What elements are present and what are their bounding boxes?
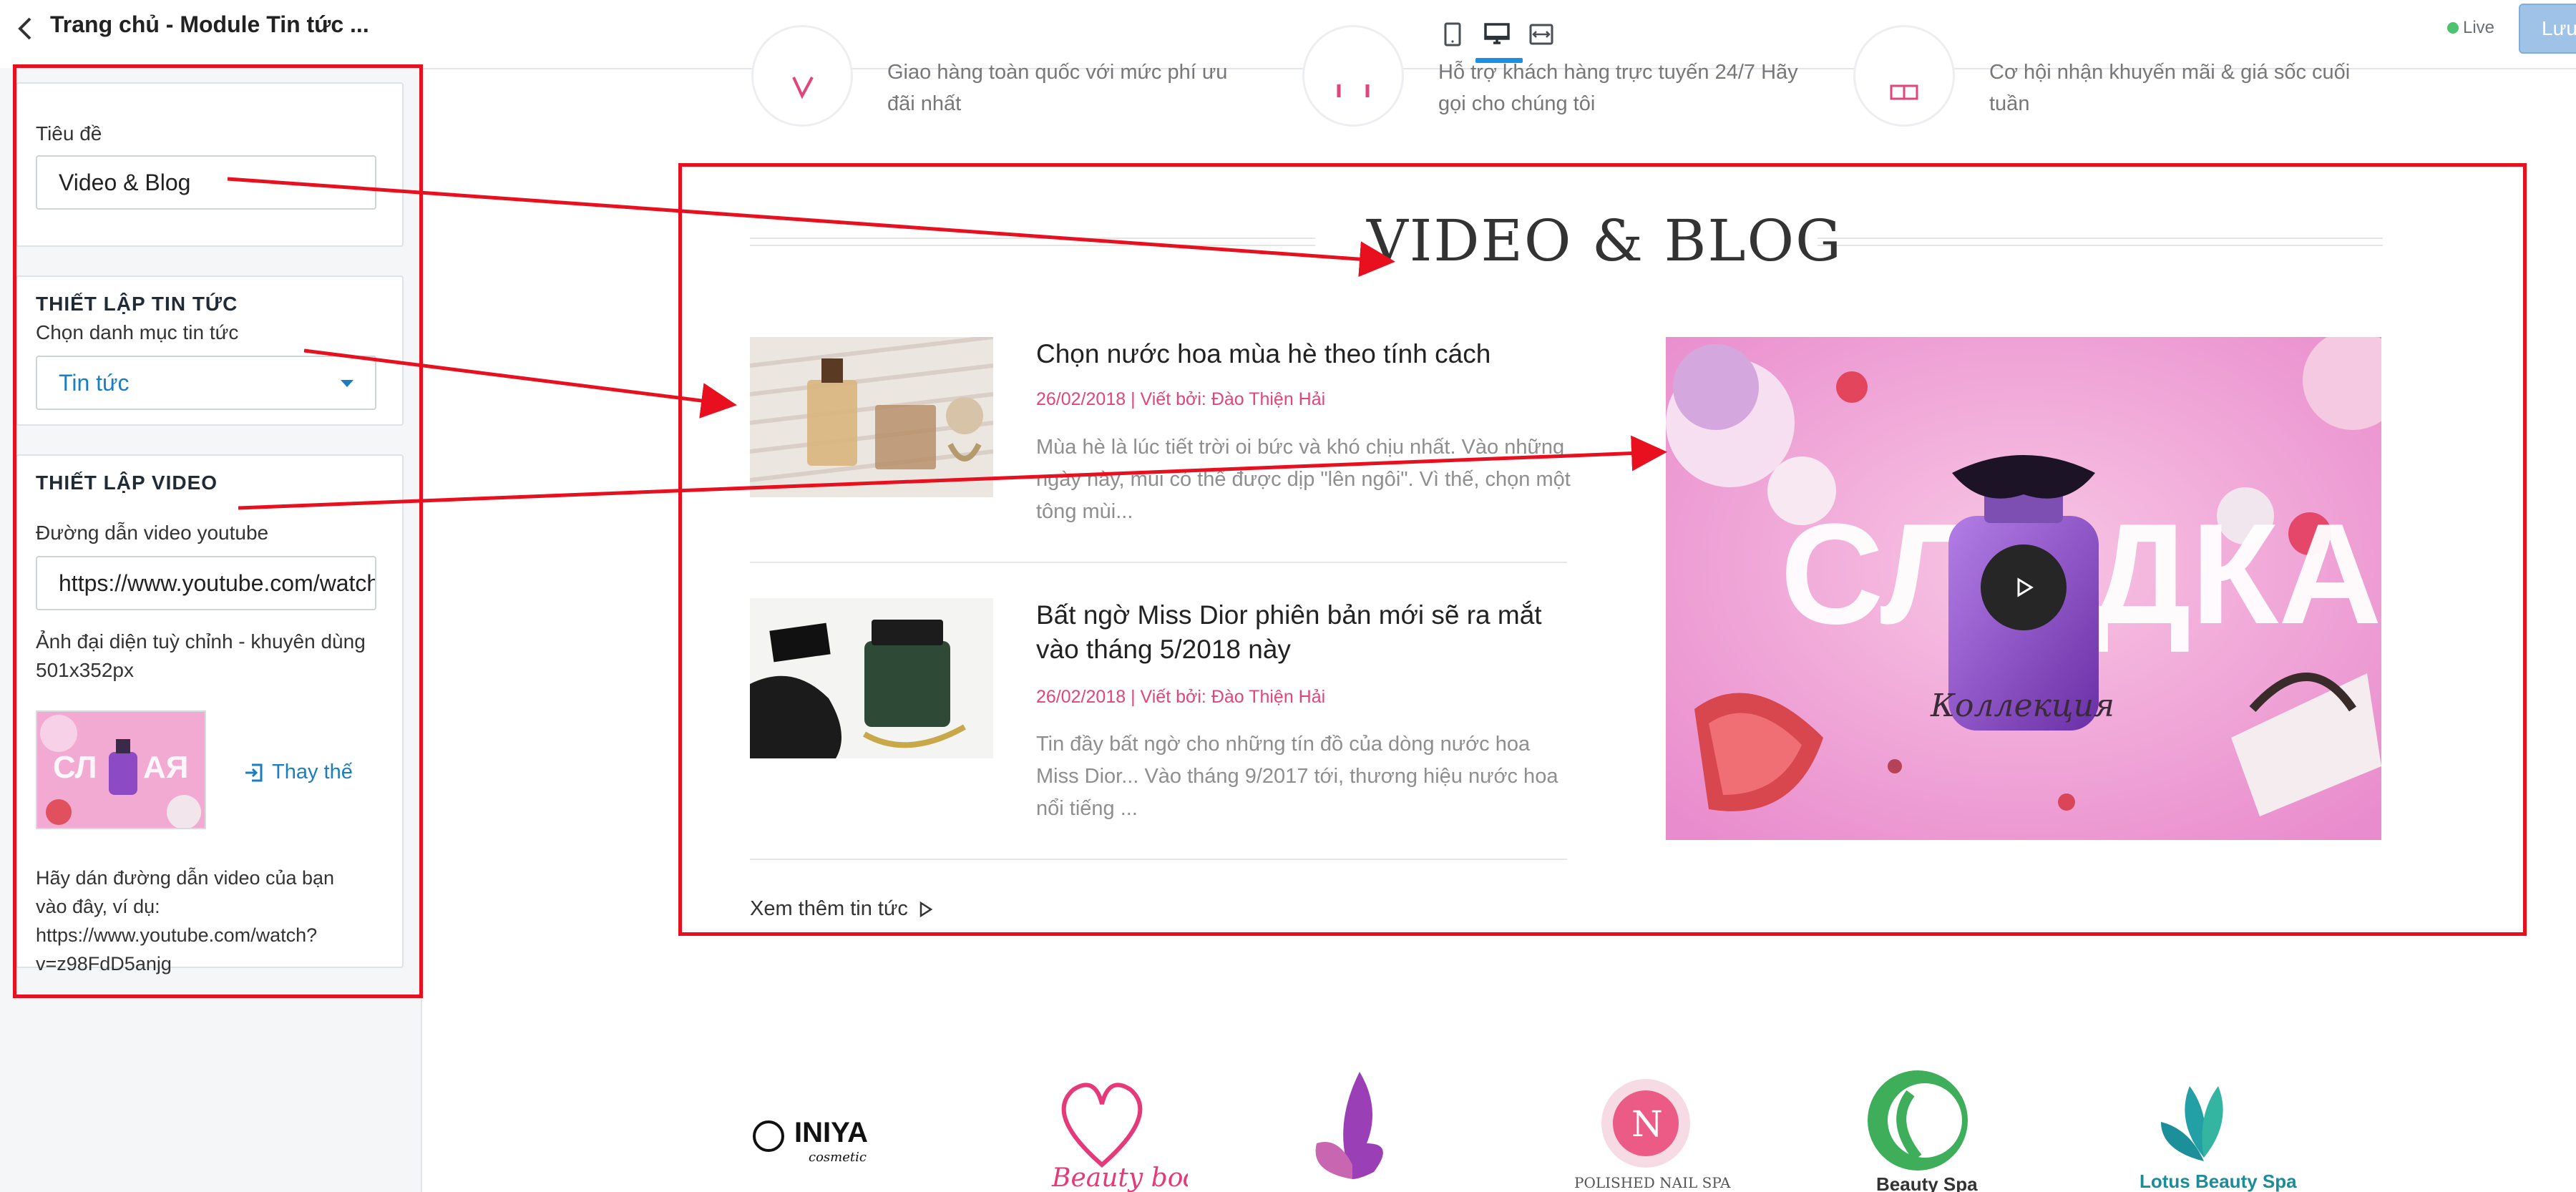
desktop-view-icon[interactable] [1475,13,1523,63]
iniya-logo: INIYA cosmetic [753,1117,868,1165]
brand-name: Beauty body [1051,1163,1188,1192]
feature-line: Hỗ trợ khách hàng trực tuyến 24/7 Hãy [1438,61,1798,84]
brand-name: POLISHED NAIL SPA [1574,1174,1731,1191]
back-arrow-icon[interactable] [11,14,40,43]
live-dot-icon [2447,22,2459,34]
feature-line: Giao hàng toàn quốc với mức phí ưu [887,61,1228,84]
fullwidth-view-icon[interactable] [1520,13,1563,56]
polished-nail-spa-logo: N POLISHED NAIL SPA [1574,1079,1731,1191]
brand-letter: N [1631,1103,1663,1145]
feature-text-shipping: Giao hàng toàn quốc với mức phí ưu đãi n… [887,57,1245,119]
support-feature-icon [1302,25,1404,127]
save-button[interactable]: Lưu [2519,4,2576,54]
feature-text-promo: Cơ hội nhận khuyến mãi & giá sốc cuối tu… [1989,57,2351,119]
beauty-body-logo: Beauty body [1051,1083,1188,1192]
page-title: Trang chủ - Module Tin tức ... [50,11,369,37]
live-label: Live [2463,18,2495,37]
brand-name: Lotus Beauty Spa [2140,1171,2297,1192]
mobile-view-icon[interactable] [1431,13,1474,56]
live-status: Live [2447,18,2494,38]
beauty-spa-logo: Beauty Spa [1868,1070,1978,1192]
feature-line: gọi cho chúng tôi [1438,92,1596,115]
brand-sub: cosmetic [809,1150,867,1165]
features-row: Giao hàng toàn quốc với mức phí ưu đãi n… [744,25,2390,132]
shipping-feature-icon [751,25,853,127]
preview-annotation-box [678,163,2527,936]
promo-feature-icon [1853,25,1955,127]
feature-line: Cơ hội nhận khuyến mãi & giá sốc cuối [1989,61,2351,84]
lotus-beauty-spa-logo: Lotus Beauty Spa [2140,1086,2297,1192]
brand-name: Beauty Spa [1876,1173,1978,1192]
sidebar-annotation-box [13,64,423,998]
feature-line: đãi nhất [887,92,962,115]
feature-text-support: Hỗ trợ khách hàng trực tuyến 24/7 Hãy gọ… [1438,57,1798,119]
butterfly-logo [1315,1072,1383,1179]
brand-logos-row: INIYA cosmetic Beauty body N POLISHED NA… [744,1065,2318,1192]
feature-line: tuần [1989,92,2030,115]
brand-name: INIYA [794,1117,868,1148]
